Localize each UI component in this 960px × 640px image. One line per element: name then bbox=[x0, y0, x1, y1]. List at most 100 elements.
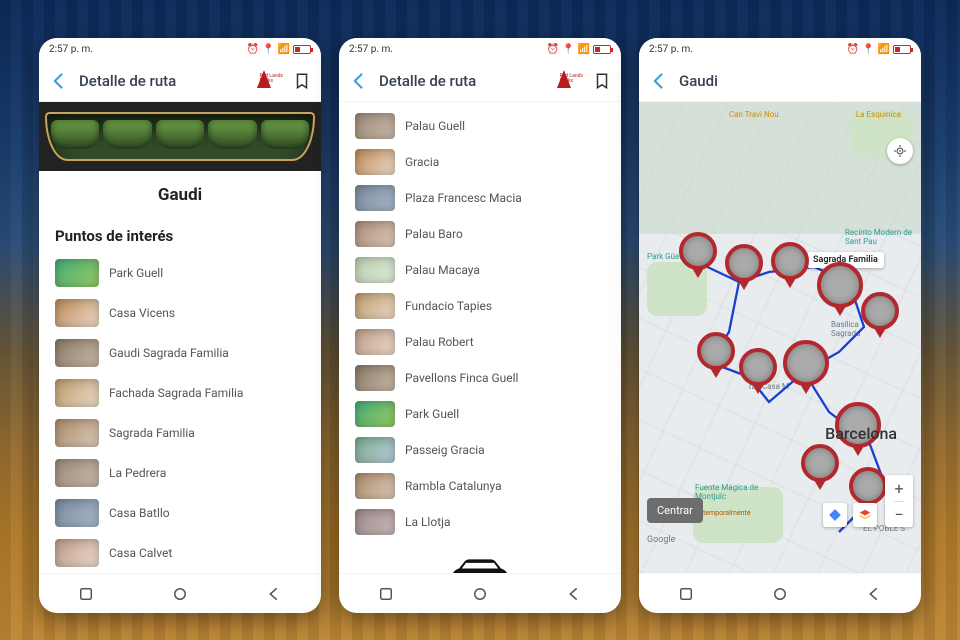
poi-item[interactable]: La Llotja bbox=[355, 504, 605, 540]
phone-screen-detail-bottom: 2:57 p. m. ⏰ 📍 📶 Detalle de ruta Red Lan… bbox=[339, 38, 621, 613]
poi-thumbnail bbox=[55, 259, 99, 287]
poi-thumbnail bbox=[355, 257, 395, 283]
android-nav-bar bbox=[639, 573, 921, 613]
poi-thumbnail bbox=[355, 329, 395, 355]
poi-item[interactable]: Park Guell bbox=[355, 396, 605, 432]
poi-item[interactable]: La Pedrera bbox=[55, 453, 305, 493]
map-pin[interactable] bbox=[861, 292, 899, 330]
google-attribution: Google bbox=[647, 535, 675, 545]
poi-item[interactable]: Pavellons Finca Guell bbox=[355, 360, 605, 396]
nav-recent-icon[interactable] bbox=[377, 585, 395, 603]
back-icon[interactable] bbox=[649, 71, 669, 91]
map-pin[interactable] bbox=[739, 348, 777, 386]
bookmark-icon[interactable] bbox=[593, 71, 611, 91]
map-pin[interactable] bbox=[725, 244, 763, 282]
poi-label: Pavellons Finca Guell bbox=[405, 371, 518, 385]
poi-thumbnail bbox=[55, 539, 99, 567]
poi-label: Palau Guell bbox=[405, 119, 465, 133]
poi-thumbnail bbox=[55, 379, 99, 407]
poi-label: Sagrada Familia bbox=[109, 426, 195, 440]
nav-home-icon[interactable] bbox=[771, 585, 789, 603]
poi-thumbnail bbox=[55, 419, 99, 447]
location-icon: 📍 bbox=[562, 44, 574, 55]
zoom-out-button[interactable]: − bbox=[894, 501, 903, 527]
map-pin[interactable] bbox=[817, 262, 863, 308]
poi-item[interactable]: Gaudi Sagrada Familia bbox=[55, 333, 305, 373]
nav-recent-icon[interactable] bbox=[677, 585, 695, 603]
alarm-icon: ⏰ bbox=[247, 44, 259, 55]
back-icon[interactable] bbox=[349, 71, 369, 91]
poi-list: Palau Guell Gracia Plaza Francesc Macia … bbox=[339, 102, 621, 540]
poi-label: Park Guell bbox=[405, 407, 459, 421]
poi-item[interactable]: Palau Macaya bbox=[355, 252, 605, 288]
poi-item[interactable]: Fundacio Tapies bbox=[355, 288, 605, 324]
section-heading-pois: Puntos de interés bbox=[39, 221, 321, 253]
nav-home-icon[interactable] bbox=[471, 585, 489, 603]
poi-item[interactable]: Rambla Catalunya bbox=[355, 468, 605, 504]
location-icon: 📍 bbox=[862, 44, 874, 55]
poi-item[interactable]: Park Guell bbox=[55, 253, 305, 293]
appbar-title: Detalle de ruta bbox=[379, 72, 476, 90]
directions-icon[interactable] bbox=[823, 503, 847, 527]
poi-thumbnail bbox=[55, 339, 99, 367]
nav-home-icon[interactable] bbox=[171, 585, 189, 603]
poi-list: Park Guell Casa Vicens Gaudi Sagrada Fam… bbox=[39, 253, 321, 573]
poi-item[interactable]: Passeig Gracia bbox=[355, 432, 605, 468]
battery-icon bbox=[593, 45, 611, 54]
map-view[interactable]: Can Travi Nou La Esquinica Park Güell Re… bbox=[639, 102, 921, 573]
route-title: Gaudi bbox=[39, 171, 321, 221]
poi-label: Palau Robert bbox=[405, 335, 474, 349]
poi-thumbnail bbox=[355, 365, 395, 391]
poi-label: Fundacio Tapies bbox=[405, 299, 492, 313]
map-pin[interactable] bbox=[771, 242, 809, 280]
poi-thumbnail bbox=[355, 401, 395, 427]
poi-item[interactable]: Palau Robert bbox=[355, 324, 605, 360]
poi-item[interactable]: Casa Vicens bbox=[55, 293, 305, 333]
nav-back-icon[interactable] bbox=[565, 585, 583, 603]
poi-item[interactable]: Palau Guell bbox=[355, 108, 605, 144]
poi-item[interactable]: Palau Baro bbox=[355, 216, 605, 252]
poi-label: Gaudi Sagrada Familia bbox=[109, 346, 229, 360]
poi-item[interactable]: Casa Calvet bbox=[55, 533, 305, 573]
nav-recent-icon[interactable] bbox=[77, 585, 95, 603]
poi-label: Casa Vicens bbox=[109, 306, 175, 320]
poi-thumbnail bbox=[55, 499, 99, 527]
nav-back-icon[interactable] bbox=[265, 585, 283, 603]
poi-label: Passeig Gracia bbox=[405, 443, 485, 457]
route-hero-image bbox=[39, 102, 321, 171]
poi-label: La Pedrera bbox=[109, 466, 166, 480]
map-pin[interactable] bbox=[679, 232, 717, 270]
poi-label: Palau Macaya bbox=[405, 263, 480, 277]
poi-label: Gracia bbox=[405, 155, 439, 169]
wifi-icon: 📶 bbox=[278, 44, 290, 55]
poi-thumbnail bbox=[355, 473, 395, 499]
map-pin[interactable] bbox=[801, 444, 839, 482]
center-button[interactable]: Centrar bbox=[647, 498, 703, 523]
my-location-button[interactable] bbox=[887, 138, 913, 164]
map-city-label: Barcelona bbox=[825, 424, 897, 443]
poi-label: Fachada Sagrada Familia bbox=[109, 386, 243, 400]
poi-thumbnail bbox=[355, 149, 395, 175]
poi-item[interactable]: Casa Batllo bbox=[55, 493, 305, 533]
poi-item[interactable]: Sagrada Familia bbox=[55, 413, 305, 453]
status-time: 2:57 p. m. bbox=[349, 44, 393, 55]
location-icon: 📍 bbox=[262, 44, 274, 55]
bookmark-icon[interactable] bbox=[293, 71, 311, 91]
zoom-controls: + − bbox=[885, 475, 913, 527]
zoom-in-button[interactable]: + bbox=[894, 475, 903, 501]
status-bar: 2:57 p. m. ⏰ 📍 📶 bbox=[39, 38, 321, 60]
poi-thumbnail bbox=[355, 113, 395, 139]
app-logo: Red LandsWalks bbox=[553, 70, 583, 92]
app-bar: Gaudi bbox=[639, 60, 921, 102]
poi-item[interactable]: Gracia bbox=[355, 144, 605, 180]
map-pin[interactable] bbox=[849, 467, 887, 505]
poi-item[interactable]: Fachada Sagrada Familia bbox=[55, 373, 305, 413]
car-icon bbox=[445, 554, 515, 573]
map-pin[interactable] bbox=[783, 340, 829, 386]
map-pin[interactable] bbox=[697, 332, 735, 370]
poi-item[interactable]: Plaza Francesc Macia bbox=[355, 180, 605, 216]
nav-back-icon[interactable] bbox=[865, 585, 883, 603]
map-layers-icon[interactable] bbox=[853, 503, 877, 527]
poi-label: La Llotja bbox=[405, 515, 451, 529]
back-icon[interactable] bbox=[49, 71, 69, 91]
